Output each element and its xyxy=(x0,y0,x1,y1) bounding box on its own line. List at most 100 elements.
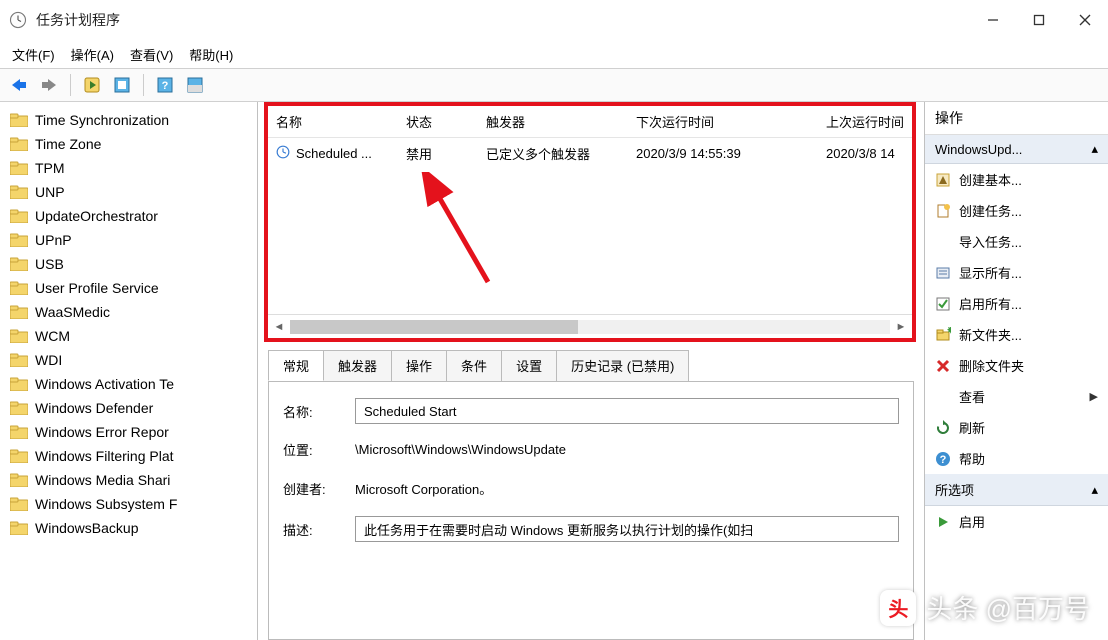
action-item[interactable]: 显示所有... xyxy=(925,257,1108,288)
task-next: 2020/3/9 14:55:39 xyxy=(628,146,818,161)
sidebar-item-label: Windows Defender xyxy=(35,400,153,416)
app-clock-icon xyxy=(8,10,28,30)
chevron-right-icon: ▶ xyxy=(1090,390,1098,403)
action-item[interactable]: ? 帮助 xyxy=(925,443,1108,474)
list-icon xyxy=(935,265,951,281)
sidebar-item-label: WaaSMedic xyxy=(35,304,110,320)
toolbar-run-button[interactable] xyxy=(79,72,105,98)
actions-pane: 操作 WindowsUpd... ▴ 创建基本...创建任务...导入任务...… xyxy=(924,102,1108,640)
action-item[interactable]: 刷新 xyxy=(925,412,1108,443)
toolbar-help-button[interactable]: ? xyxy=(152,72,178,98)
sidebar-item-label: User Profile Service xyxy=(35,280,159,296)
close-button[interactable] xyxy=(1062,3,1108,38)
menu-action[interactable]: 操作(A) xyxy=(71,45,114,64)
sidebar-item[interactable]: Windows Defender xyxy=(0,396,257,420)
minimize-button[interactable] xyxy=(970,3,1016,38)
title-bar: 任务计划程序 xyxy=(0,0,1108,40)
folder-icon xyxy=(10,449,28,463)
action-item[interactable]: ✸新文件夹... xyxy=(925,319,1108,350)
sidebar-item-label: Windows Filtering Plat xyxy=(35,448,174,464)
action-group-windowsupdate[interactable]: WindowsUpd... ▴ xyxy=(925,135,1108,164)
action-group-title: 所选项 xyxy=(935,480,974,499)
action-item-label: 查看 xyxy=(959,387,985,406)
sidebar-item[interactable]: WCM xyxy=(0,324,257,348)
action-item[interactable]: 启用所有... xyxy=(925,288,1108,319)
folder-icon xyxy=(10,113,28,127)
sidebar-item[interactable]: Time Synchronization xyxy=(0,108,257,132)
toolbar-props-button[interactable] xyxy=(109,72,135,98)
task-list-highlight: 名称 状态 触发器 下次运行时间 上次运行时间 Scheduled ... 禁用… xyxy=(264,102,916,342)
sidebar-item[interactable]: Time Zone xyxy=(0,132,257,156)
action-item[interactable]: 启用 xyxy=(925,506,1108,537)
label-desc: 描述: xyxy=(283,520,345,539)
sidebar-item[interactable]: UNP xyxy=(0,180,257,204)
label-creator: 创建者: xyxy=(283,479,345,498)
action-group-selected[interactable]: 所选项 ▴ xyxy=(925,474,1108,506)
nav-forward-button[interactable] xyxy=(36,72,62,98)
refresh-icon xyxy=(935,420,951,436)
folder-icon xyxy=(10,377,28,391)
scroll-left-icon[interactable]: ◄ xyxy=(268,316,290,338)
tab-triggers[interactable]: 触发器 xyxy=(323,350,392,381)
folder-icon xyxy=(10,305,28,319)
scroll-right-icon[interactable]: ► xyxy=(890,316,912,338)
sidebar-item[interactable]: Windows Filtering Plat xyxy=(0,444,257,468)
folder-icon xyxy=(10,329,28,343)
sidebar-item[interactable]: WindowsBackup xyxy=(0,516,257,540)
menu-bar: 文件(F) 操作(A) 查看(V) 帮助(H) xyxy=(0,40,1108,68)
col-last[interactable]: 上次运行时间 xyxy=(818,112,912,131)
svg-text:?: ? xyxy=(940,454,947,466)
action-item-label: 帮助 xyxy=(959,449,985,468)
menu-file[interactable]: 文件(F) xyxy=(12,45,55,64)
action-item-label: 导入任务... xyxy=(959,232,1022,251)
sidebar-item[interactable]: USB xyxy=(0,252,257,276)
col-trigger[interactable]: 触发器 xyxy=(478,112,628,131)
toolbar-detail-button[interactable] xyxy=(182,72,208,98)
task-desc-field[interactable] xyxy=(355,516,899,542)
action-item[interactable]: 查看 ▶ xyxy=(925,381,1108,412)
sidebar-item[interactable]: Windows Error Repor xyxy=(0,420,257,444)
tab-settings[interactable]: 设置 xyxy=(501,350,557,381)
sidebar-item-label: Windows Subsystem F xyxy=(35,496,177,512)
task-list[interactable]: 名称 状态 触发器 下次运行时间 上次运行时间 Scheduled ... 禁用… xyxy=(268,106,912,314)
folder-icon xyxy=(10,185,28,199)
sidebar-item[interactable]: Windows Subsystem F xyxy=(0,492,257,516)
col-status[interactable]: 状态 xyxy=(398,112,478,131)
task-last: 2020/3/8 14 xyxy=(818,146,912,161)
maximize-button[interactable] xyxy=(1016,3,1062,38)
folder-icon xyxy=(10,353,28,367)
tab-conditions[interactable]: 条件 xyxy=(446,350,502,381)
action-item[interactable]: 删除文件夹 xyxy=(925,350,1108,381)
action-item[interactable]: 创建基本... xyxy=(925,164,1108,195)
menu-help[interactable]: 帮助(H) xyxy=(189,45,233,64)
main-area: Time SynchronizationTime ZoneTPMUNPUpdat… xyxy=(0,102,1108,640)
sidebar-item[interactable]: Windows Activation Te xyxy=(0,372,257,396)
folder-icon xyxy=(10,497,28,511)
col-name[interactable]: 名称 xyxy=(268,112,398,131)
svg-text:✸: ✸ xyxy=(946,327,951,335)
tab-general[interactable]: 常规 xyxy=(268,350,324,381)
nav-back-button[interactable] xyxy=(6,72,32,98)
sidebar-item[interactable]: User Profile Service xyxy=(0,276,257,300)
action-item[interactable]: 导入任务... xyxy=(925,226,1108,257)
action-group-title: WindowsUpd... xyxy=(935,142,1022,157)
svg-text:?: ? xyxy=(162,80,169,92)
folder-icon xyxy=(10,473,28,487)
action-item[interactable]: 创建任务... xyxy=(925,195,1108,226)
menu-view[interactable]: 查看(V) xyxy=(130,45,173,64)
col-next[interactable]: 下次运行时间 xyxy=(628,112,818,131)
sidebar-item[interactable]: UpdateOrchestrator xyxy=(0,204,257,228)
sidebar-item[interactable]: TPM xyxy=(0,156,257,180)
tab-history[interactable]: 历史记录 (已禁用) xyxy=(556,350,689,381)
task-row[interactable]: Scheduled ... 禁用 已定义多个触发器 2020/3/9 14:55… xyxy=(268,138,912,168)
tab-actions[interactable]: 操作 xyxy=(391,350,447,381)
sidebar-item[interactable]: WDI xyxy=(0,348,257,372)
sidebar-item[interactable]: UPnP xyxy=(0,228,257,252)
enable-icon xyxy=(935,514,951,530)
horizontal-scrollbar[interactable]: ◄ ► xyxy=(268,314,912,338)
sidebar-item-label: WDI xyxy=(35,352,62,368)
sidebar-item[interactable]: WaaSMedic xyxy=(0,300,257,324)
sidebar-item[interactable]: Windows Media Shari xyxy=(0,468,257,492)
task-name-field[interactable] xyxy=(355,398,899,424)
nav-tree[interactable]: Time SynchronizationTime ZoneTPMUNPUpdat… xyxy=(0,102,258,640)
